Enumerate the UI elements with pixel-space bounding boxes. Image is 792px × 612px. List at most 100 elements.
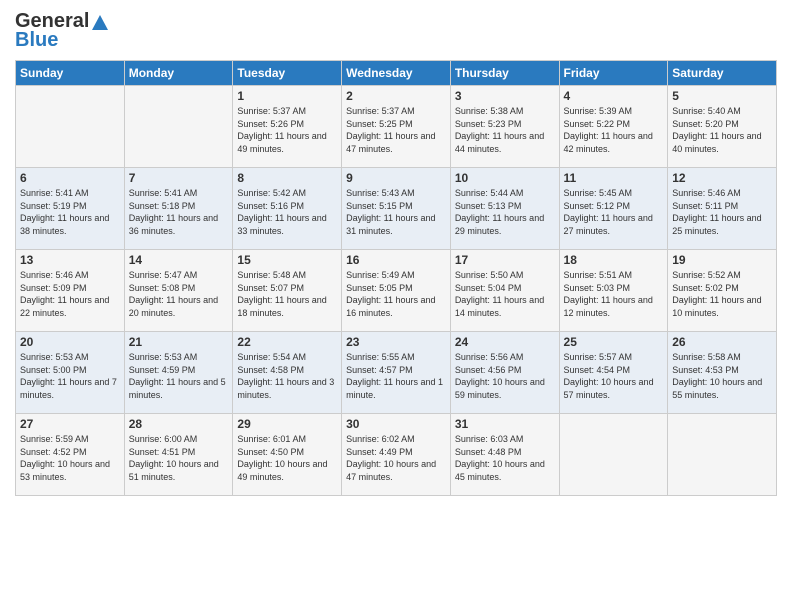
calendar-cell	[16, 86, 125, 168]
cell-content: Sunrise: 5:37 AM Sunset: 5:26 PM Dayligh…	[237, 105, 337, 155]
logo: General Blue	[15, 10, 111, 52]
cell-content: Sunrise: 5:46 AM Sunset: 5:11 PM Dayligh…	[672, 187, 772, 237]
col-header-tuesday: Tuesday	[233, 61, 342, 86]
calendar-cell: 3Sunrise: 5:38 AM Sunset: 5:23 PM Daylig…	[450, 86, 559, 168]
day-number: 10	[455, 171, 555, 185]
calendar-cell: 16 Sunrise: 5:49 AM Sunset: 5:05 PM Dayli…	[342, 250, 451, 332]
col-header-friday: Friday	[559, 61, 668, 86]
day-number: 16	[346, 253, 446, 267]
day-number: 5	[672, 89, 772, 103]
day-number: 11	[564, 171, 664, 185]
week-row-1: 1 Sunrise: 5:37 AM Sunset: 5:26 PM Daylig…	[16, 86, 777, 168]
calendar-table: SundayMondayTuesdayWednesdayThursdayFrid…	[15, 60, 777, 496]
cell-content: Sunrise: 5:43 AM Sunset: 5:15 PM Dayligh…	[346, 187, 446, 237]
day-number: 20	[20, 335, 120, 349]
calendar-cell: 2Sunrise: 5:37 AM Sunset: 5:25 PM Daylig…	[342, 86, 451, 168]
day-number: 27	[20, 417, 120, 431]
cell-content: Sunrise: 5:56 AM Sunset: 4:56 PM Dayligh…	[455, 351, 555, 401]
day-number: 8	[237, 171, 337, 185]
cell-content: Sunrise: 5:40 AM Sunset: 5:20 PM Dayligh…	[672, 105, 772, 155]
calendar-cell: 26 Sunrise: 5:58 AM Sunset: 4:53 PM Dayli…	[668, 332, 777, 414]
calendar-cell: 19Sunrise: 5:52 AM Sunset: 5:02 PM Dayli…	[668, 250, 777, 332]
cell-content: Sunrise: 5:42 AM Sunset: 5:16 PM Dayligh…	[237, 187, 337, 237]
calendar-cell: 23 Sunrise: 5:55 AM Sunset: 4:57 PM Dayli…	[342, 332, 451, 414]
day-number: 21	[129, 335, 229, 349]
calendar-cell: 14 Sunrise: 5:47 AM Sunset: 5:08 PM Dayli…	[124, 250, 233, 332]
day-number: 23	[346, 335, 446, 349]
day-number: 17	[455, 253, 555, 267]
cell-content: Sunrise: 6:00 AM Sunset: 4:51 PM Dayligh…	[129, 433, 229, 483]
day-number: 24	[455, 335, 555, 349]
col-header-wednesday: Wednesday	[342, 61, 451, 86]
day-number: 26	[672, 335, 772, 349]
cell-content: Sunrise: 5:45 AM Sunset: 5:12 PM Dayligh…	[564, 187, 664, 237]
calendar-cell: 6 Sunrise: 5:41 AM Sunset: 5:19 PM Daylig…	[16, 168, 125, 250]
calendar-cell: 8 Sunrise: 5:42 AM Sunset: 5:16 PM Daylig…	[233, 168, 342, 250]
calendar-cell: 7Sunrise: 5:41 AM Sunset: 5:18 PM Daylig…	[124, 168, 233, 250]
day-number: 13	[20, 253, 120, 267]
week-row-2: 6 Sunrise: 5:41 AM Sunset: 5:19 PM Daylig…	[16, 168, 777, 250]
day-number: 9	[346, 171, 446, 185]
cell-content: Sunrise: 6:01 AM Sunset: 4:50 PM Dayligh…	[237, 433, 337, 483]
col-header-monday: Monday	[124, 61, 233, 86]
calendar-cell: 25 Sunrise: 5:57 AM Sunset: 4:54 PM Dayli…	[559, 332, 668, 414]
calendar-cell: 20 Sunrise: 5:53 AM Sunset: 5:00 PM Dayli…	[16, 332, 125, 414]
week-row-4: 20 Sunrise: 5:53 AM Sunset: 5:00 PM Dayli…	[16, 332, 777, 414]
day-number: 31	[455, 417, 555, 431]
calendar-cell: 24 Sunrise: 5:56 AM Sunset: 4:56 PM Dayli…	[450, 332, 559, 414]
header: General Blue	[15, 10, 777, 52]
logo-blue: Blue	[15, 29, 58, 52]
cell-content: Sunrise: 5:41 AM Sunset: 5:19 PM Dayligh…	[20, 187, 120, 237]
day-number: 1	[237, 89, 337, 103]
calendar-cell: 18 Sunrise: 5:51 AM Sunset: 5:03 PM Dayli…	[559, 250, 668, 332]
calendar-cell: 21 Sunrise: 5:53 AM Sunset: 4:59 PM Dayli…	[124, 332, 233, 414]
col-header-saturday: Saturday	[668, 61, 777, 86]
day-number: 25	[564, 335, 664, 349]
cell-content: Sunrise: 5:55 AM Sunset: 4:57 PM Dayligh…	[346, 351, 446, 401]
cell-content: Sunrise: 5:46 AM Sunset: 5:09 PM Dayligh…	[20, 269, 120, 319]
cell-content: Sunrise: 5:50 AM Sunset: 5:04 PM Dayligh…	[455, 269, 555, 319]
cell-content: Sunrise: 5:52 AM Sunset: 5:02 PM Dayligh…	[672, 269, 772, 319]
logo-triangle-icon	[90, 12, 110, 32]
cell-content: Sunrise: 5:51 AM Sunset: 5:03 PM Dayligh…	[564, 269, 664, 319]
cell-content: Sunrise: 5:39 AM Sunset: 5:22 PM Dayligh…	[564, 105, 664, 155]
page-container: General Blue SundayMondayTuesdayWednesda…	[0, 0, 792, 506]
calendar-cell: 30Sunrise: 6:02 AM Sunset: 4:49 PM Dayli…	[342, 414, 451, 496]
calendar-cell: 9 Sunrise: 5:43 AM Sunset: 5:15 PM Daylig…	[342, 168, 451, 250]
day-number: 22	[237, 335, 337, 349]
day-number: 14	[129, 253, 229, 267]
cell-content: Sunrise: 5:53 AM Sunset: 5:00 PM Dayligh…	[20, 351, 120, 401]
calendar-cell: 22Sunrise: 5:54 AM Sunset: 4:58 PM Dayli…	[233, 332, 342, 414]
cell-content: Sunrise: 5:47 AM Sunset: 5:08 PM Dayligh…	[129, 269, 229, 319]
calendar-cell: 11 Sunrise: 5:45 AM Sunset: 5:12 PM Dayli…	[559, 168, 668, 250]
calendar-cell: 4 Sunrise: 5:39 AM Sunset: 5:22 PM Daylig…	[559, 86, 668, 168]
cell-content: Sunrise: 5:37 AM Sunset: 5:25 PM Dayligh…	[346, 105, 446, 155]
day-number: 12	[672, 171, 772, 185]
calendar-cell: 1 Sunrise: 5:37 AM Sunset: 5:26 PM Daylig…	[233, 86, 342, 168]
calendar-cell: 5 Sunrise: 5:40 AM Sunset: 5:20 PM Daylig…	[668, 86, 777, 168]
calendar-cell: 29Sunrise: 6:01 AM Sunset: 4:50 PM Dayli…	[233, 414, 342, 496]
calendar-cell: 12 Sunrise: 5:46 AM Sunset: 5:11 PM Dayli…	[668, 168, 777, 250]
cell-content: Sunrise: 5:41 AM Sunset: 5:18 PM Dayligh…	[129, 187, 229, 237]
cell-content: Sunrise: 5:49 AM Sunset: 5:05 PM Dayligh…	[346, 269, 446, 319]
day-number: 6	[20, 171, 120, 185]
calendar-cell	[124, 86, 233, 168]
cell-content: Sunrise: 5:44 AM Sunset: 5:13 PM Dayligh…	[455, 187, 555, 237]
cell-content: Sunrise: 5:48 AM Sunset: 5:07 PM Dayligh…	[237, 269, 337, 319]
calendar-cell: 28 Sunrise: 6:00 AM Sunset: 4:51 PM Dayli…	[124, 414, 233, 496]
cell-content: Sunrise: 5:58 AM Sunset: 4:53 PM Dayligh…	[672, 351, 772, 401]
cell-content: Sunrise: 5:57 AM Sunset: 4:54 PM Dayligh…	[564, 351, 664, 401]
calendar-cell: 27 Sunrise: 5:59 AM Sunset: 4:52 PM Dayli…	[16, 414, 125, 496]
cell-content: Sunrise: 5:59 AM Sunset: 4:52 PM Dayligh…	[20, 433, 120, 483]
cell-content: Sunrise: 6:02 AM Sunset: 4:49 PM Dayligh…	[346, 433, 446, 483]
day-number: 18	[564, 253, 664, 267]
cell-content: Sunrise: 5:53 AM Sunset: 4:59 PM Dayligh…	[129, 351, 229, 401]
week-row-3: 13 Sunrise: 5:46 AM Sunset: 5:09 PM Dayli…	[16, 250, 777, 332]
calendar-cell: 17 Sunrise: 5:50 AM Sunset: 5:04 PM Dayli…	[450, 250, 559, 332]
day-number: 28	[129, 417, 229, 431]
day-number: 4	[564, 89, 664, 103]
header-row: SundayMondayTuesdayWednesdayThursdayFrid…	[16, 61, 777, 86]
cell-content: Sunrise: 6:03 AM Sunset: 4:48 PM Dayligh…	[455, 433, 555, 483]
calendar-cell	[668, 414, 777, 496]
week-row-5: 27 Sunrise: 5:59 AM Sunset: 4:52 PM Dayli…	[16, 414, 777, 496]
